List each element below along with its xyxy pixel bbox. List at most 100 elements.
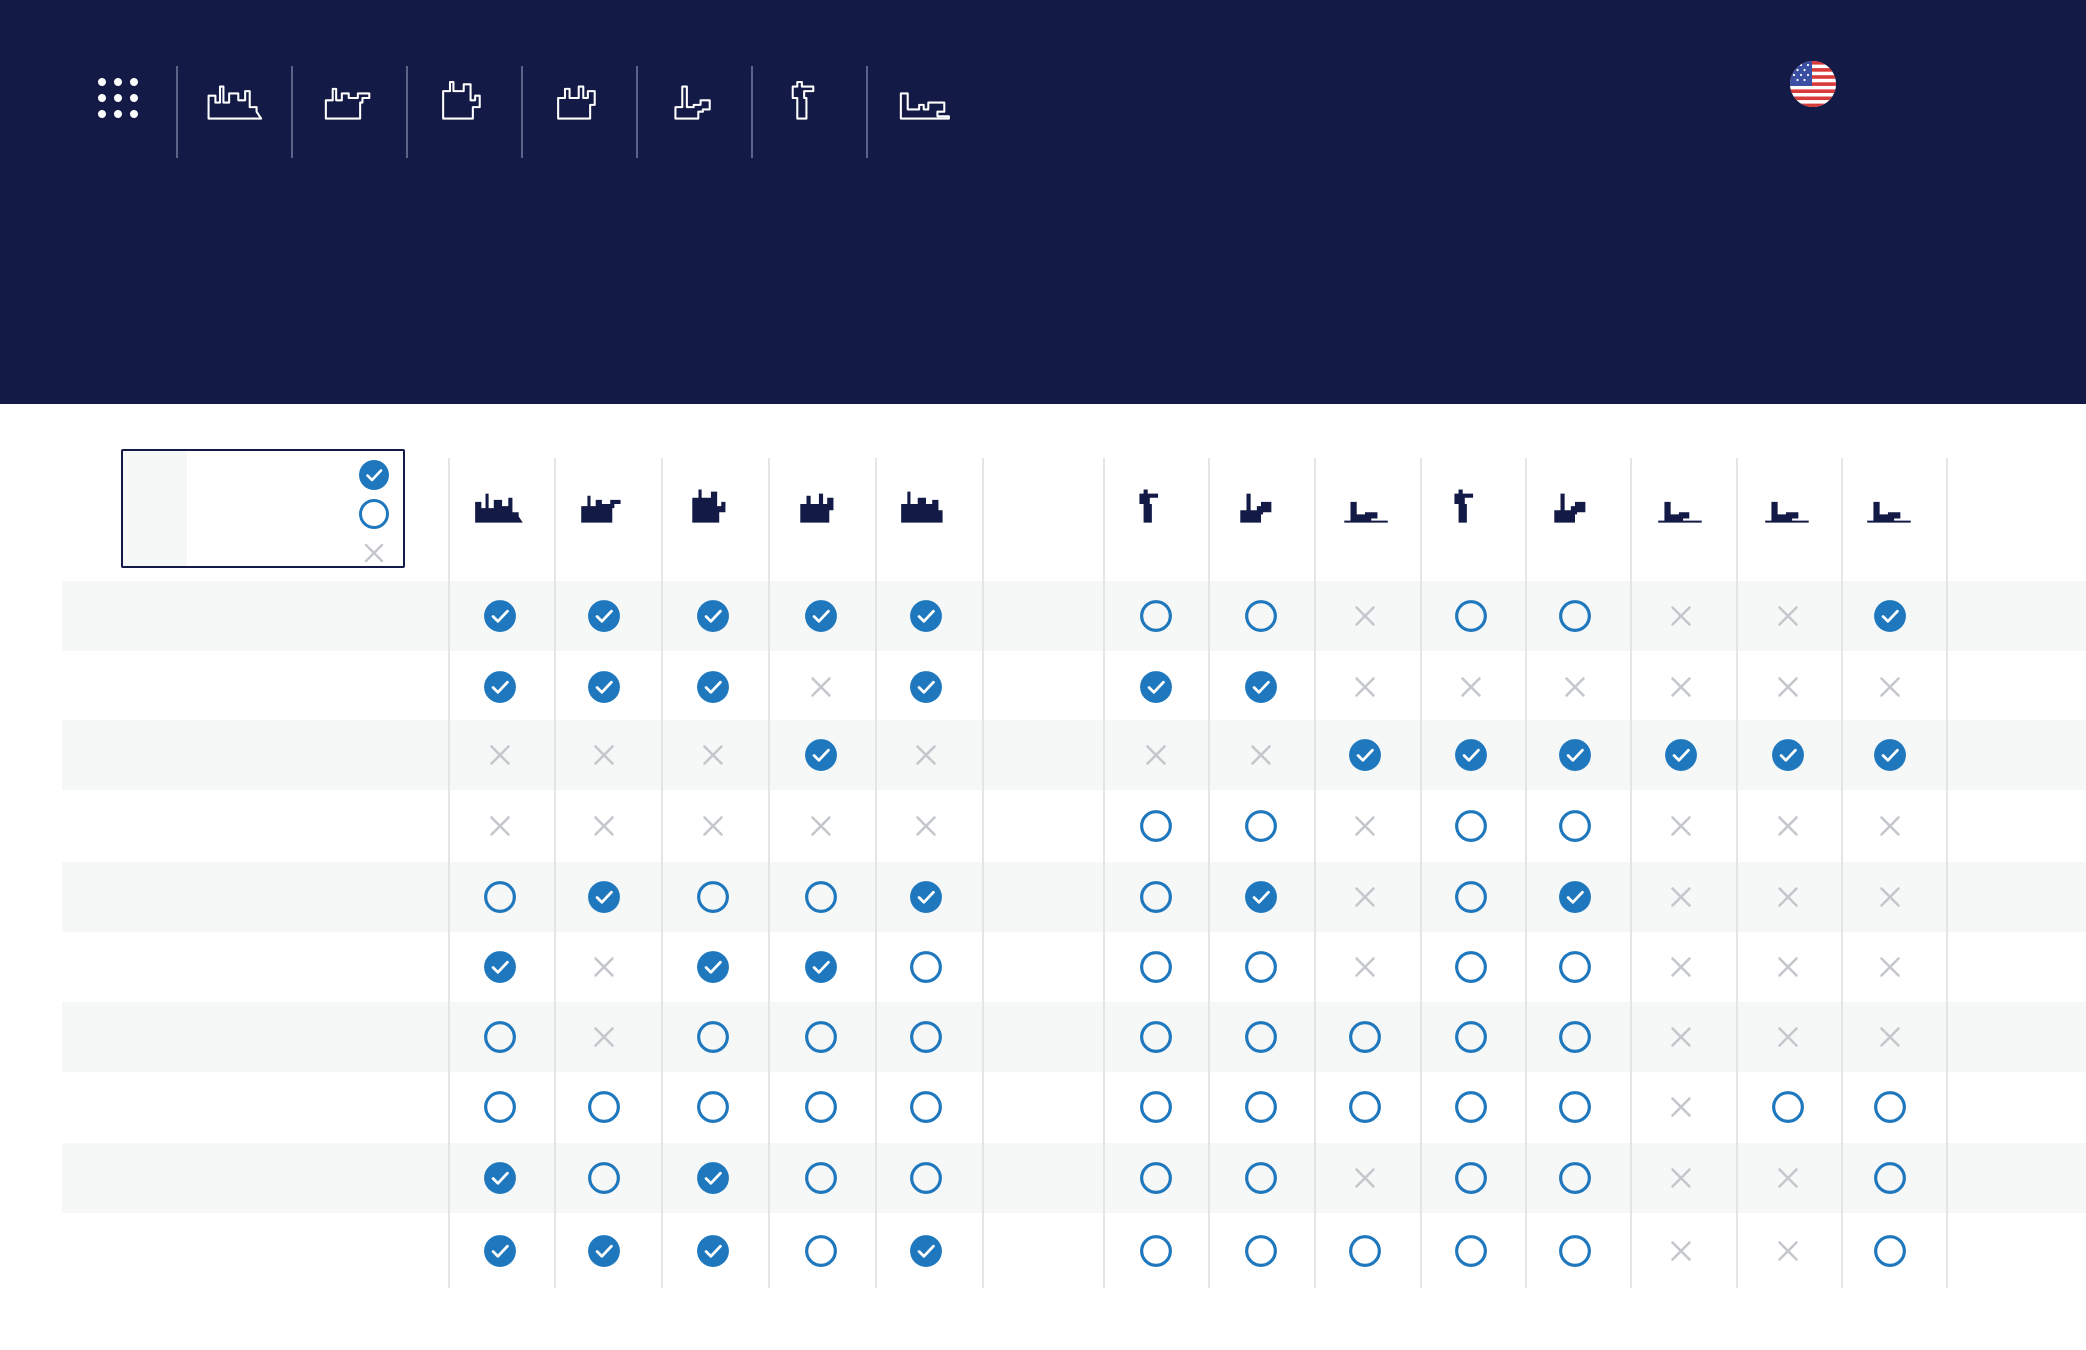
- status-x-icon: [1872, 669, 1908, 705]
- status-circle-icon: [1557, 949, 1593, 985]
- column-header-bench-g-icon: [1738, 474, 1838, 534]
- nav-model-1-button[interactable]: [182, 62, 289, 134]
- status-circle-icon: [1453, 949, 1489, 985]
- status-x-icon: [1663, 949, 1699, 985]
- column-rule: [448, 458, 450, 1288]
- status-circle-icon: [1138, 808, 1174, 844]
- nav-model-5-button[interactable]: [642, 62, 749, 134]
- status-check-icon: [695, 598, 731, 634]
- status-circle-icon: [908, 949, 944, 985]
- machine-tall-icon: [441, 80, 481, 120]
- status-circle-icon: [1453, 879, 1489, 915]
- column-rule: [875, 458, 877, 1288]
- column-header-column-d-icon: [1421, 474, 1521, 534]
- status-x-icon: [1872, 949, 1908, 985]
- status-circle-icon: [1138, 1019, 1174, 1055]
- status-circle-icon: [1770, 1089, 1806, 1125]
- machine-large-cluster-icon: [207, 85, 262, 120]
- status-circle-icon: [1138, 879, 1174, 915]
- status-x-icon: [695, 737, 731, 773]
- machine-single-arm-icon: [673, 85, 711, 120]
- status-circle-icon: [1557, 1019, 1593, 1055]
- status-x-icon: [1770, 879, 1806, 915]
- header-bar: [0, 0, 2086, 404]
- nav-divider: [751, 66, 753, 158]
- status-x-icon: [1347, 669, 1383, 705]
- status-x-icon: [1770, 669, 1806, 705]
- status-circle-icon: [803, 1160, 839, 1196]
- nav-divider: [176, 66, 178, 158]
- status-check-icon: [482, 598, 518, 634]
- column-rule: [1736, 458, 1738, 1288]
- nav-model-7-button[interactable]: [872, 62, 979, 134]
- status-circle-icon: [1347, 1089, 1383, 1125]
- status-x-icon: [1453, 669, 1489, 705]
- status-x-icon: [1663, 1233, 1699, 1269]
- status-x-icon: [908, 808, 944, 844]
- status-check-icon: [695, 1160, 731, 1196]
- status-check-icon: [695, 669, 731, 705]
- status-x-icon: [1872, 879, 1908, 915]
- status-circle-icon: [586, 1089, 622, 1125]
- status-circle-icon: [1138, 1089, 1174, 1125]
- status-check-icon: [1770, 737, 1806, 773]
- status-check-icon: [1872, 737, 1908, 773]
- column-header-column-a-icon: [1106, 474, 1206, 534]
- status-circle-icon: [1243, 598, 1279, 634]
- status-x-icon: [1770, 808, 1806, 844]
- status-circle-icon: [1138, 949, 1174, 985]
- status-check-icon: [1453, 737, 1489, 773]
- status-x-icon: [1243, 737, 1279, 773]
- status-circle-icon: [1557, 1160, 1593, 1196]
- nav-model-4-button[interactable]: [527, 62, 634, 134]
- status-circle-icon: [1557, 1233, 1593, 1269]
- status-circle-icon: [1243, 1089, 1279, 1125]
- status-check-icon: [482, 1233, 518, 1269]
- status-x-icon: [586, 808, 622, 844]
- column-rule: [554, 458, 556, 1288]
- status-x-icon: [1347, 598, 1383, 634]
- status-x-icon: [1347, 808, 1383, 844]
- column-rule: [1630, 458, 1632, 1288]
- status-circle-icon: [1453, 808, 1489, 844]
- status-circle-icon: [1453, 1160, 1489, 1196]
- column-rule: [1103, 458, 1105, 1288]
- status-circle-icon: [1138, 1233, 1174, 1269]
- status-circle-icon: [803, 1019, 839, 1055]
- us-flag-icon[interactable]: [1790, 61, 1836, 107]
- status-check-icon: [908, 1233, 944, 1269]
- status-circle-icon: [1347, 1019, 1383, 1055]
- status-x-icon: [1770, 1233, 1806, 1269]
- status-check-icon: [1138, 669, 1174, 705]
- status-x-icon: [1138, 737, 1174, 773]
- status-x-icon: [1770, 949, 1806, 985]
- machine-wide-icon: [324, 87, 370, 120]
- machine-bench-icon: [899, 92, 950, 120]
- status-circle-icon: [1872, 1233, 1908, 1269]
- nav-model-6-button[interactable]: [757, 62, 864, 134]
- status-check-icon: [1557, 737, 1593, 773]
- status-check-icon: [586, 669, 622, 705]
- status-circle-icon: [1872, 1089, 1908, 1125]
- status-check-icon: [803, 598, 839, 634]
- column-header-machine-compact-icon: [771, 474, 871, 534]
- status-circle-icon: [695, 1019, 731, 1055]
- nav-model-3-button[interactable]: [412, 62, 519, 134]
- machine-column-icon: [791, 80, 814, 120]
- status-x-icon: [1770, 1019, 1806, 1055]
- status-check-icon: [586, 1233, 622, 1269]
- column-rule: [1525, 458, 1527, 1288]
- machine-compact-icon: [556, 85, 596, 120]
- nav-model-2-button[interactable]: [297, 62, 404, 134]
- apps-grid-button[interactable]: [90, 62, 146, 134]
- status-x-icon: [1347, 879, 1383, 915]
- status-circle-icon: [1243, 808, 1279, 844]
- status-check-icon: [586, 598, 622, 634]
- status-x-icon: [1347, 949, 1383, 985]
- nav-divider: [521, 66, 523, 158]
- status-circle-icon: [1138, 598, 1174, 634]
- status-check-icon: [1243, 669, 1279, 705]
- status-x-icon: [1872, 808, 1908, 844]
- status-x-icon: [1872, 1019, 1908, 1055]
- status-x-icon: [803, 808, 839, 844]
